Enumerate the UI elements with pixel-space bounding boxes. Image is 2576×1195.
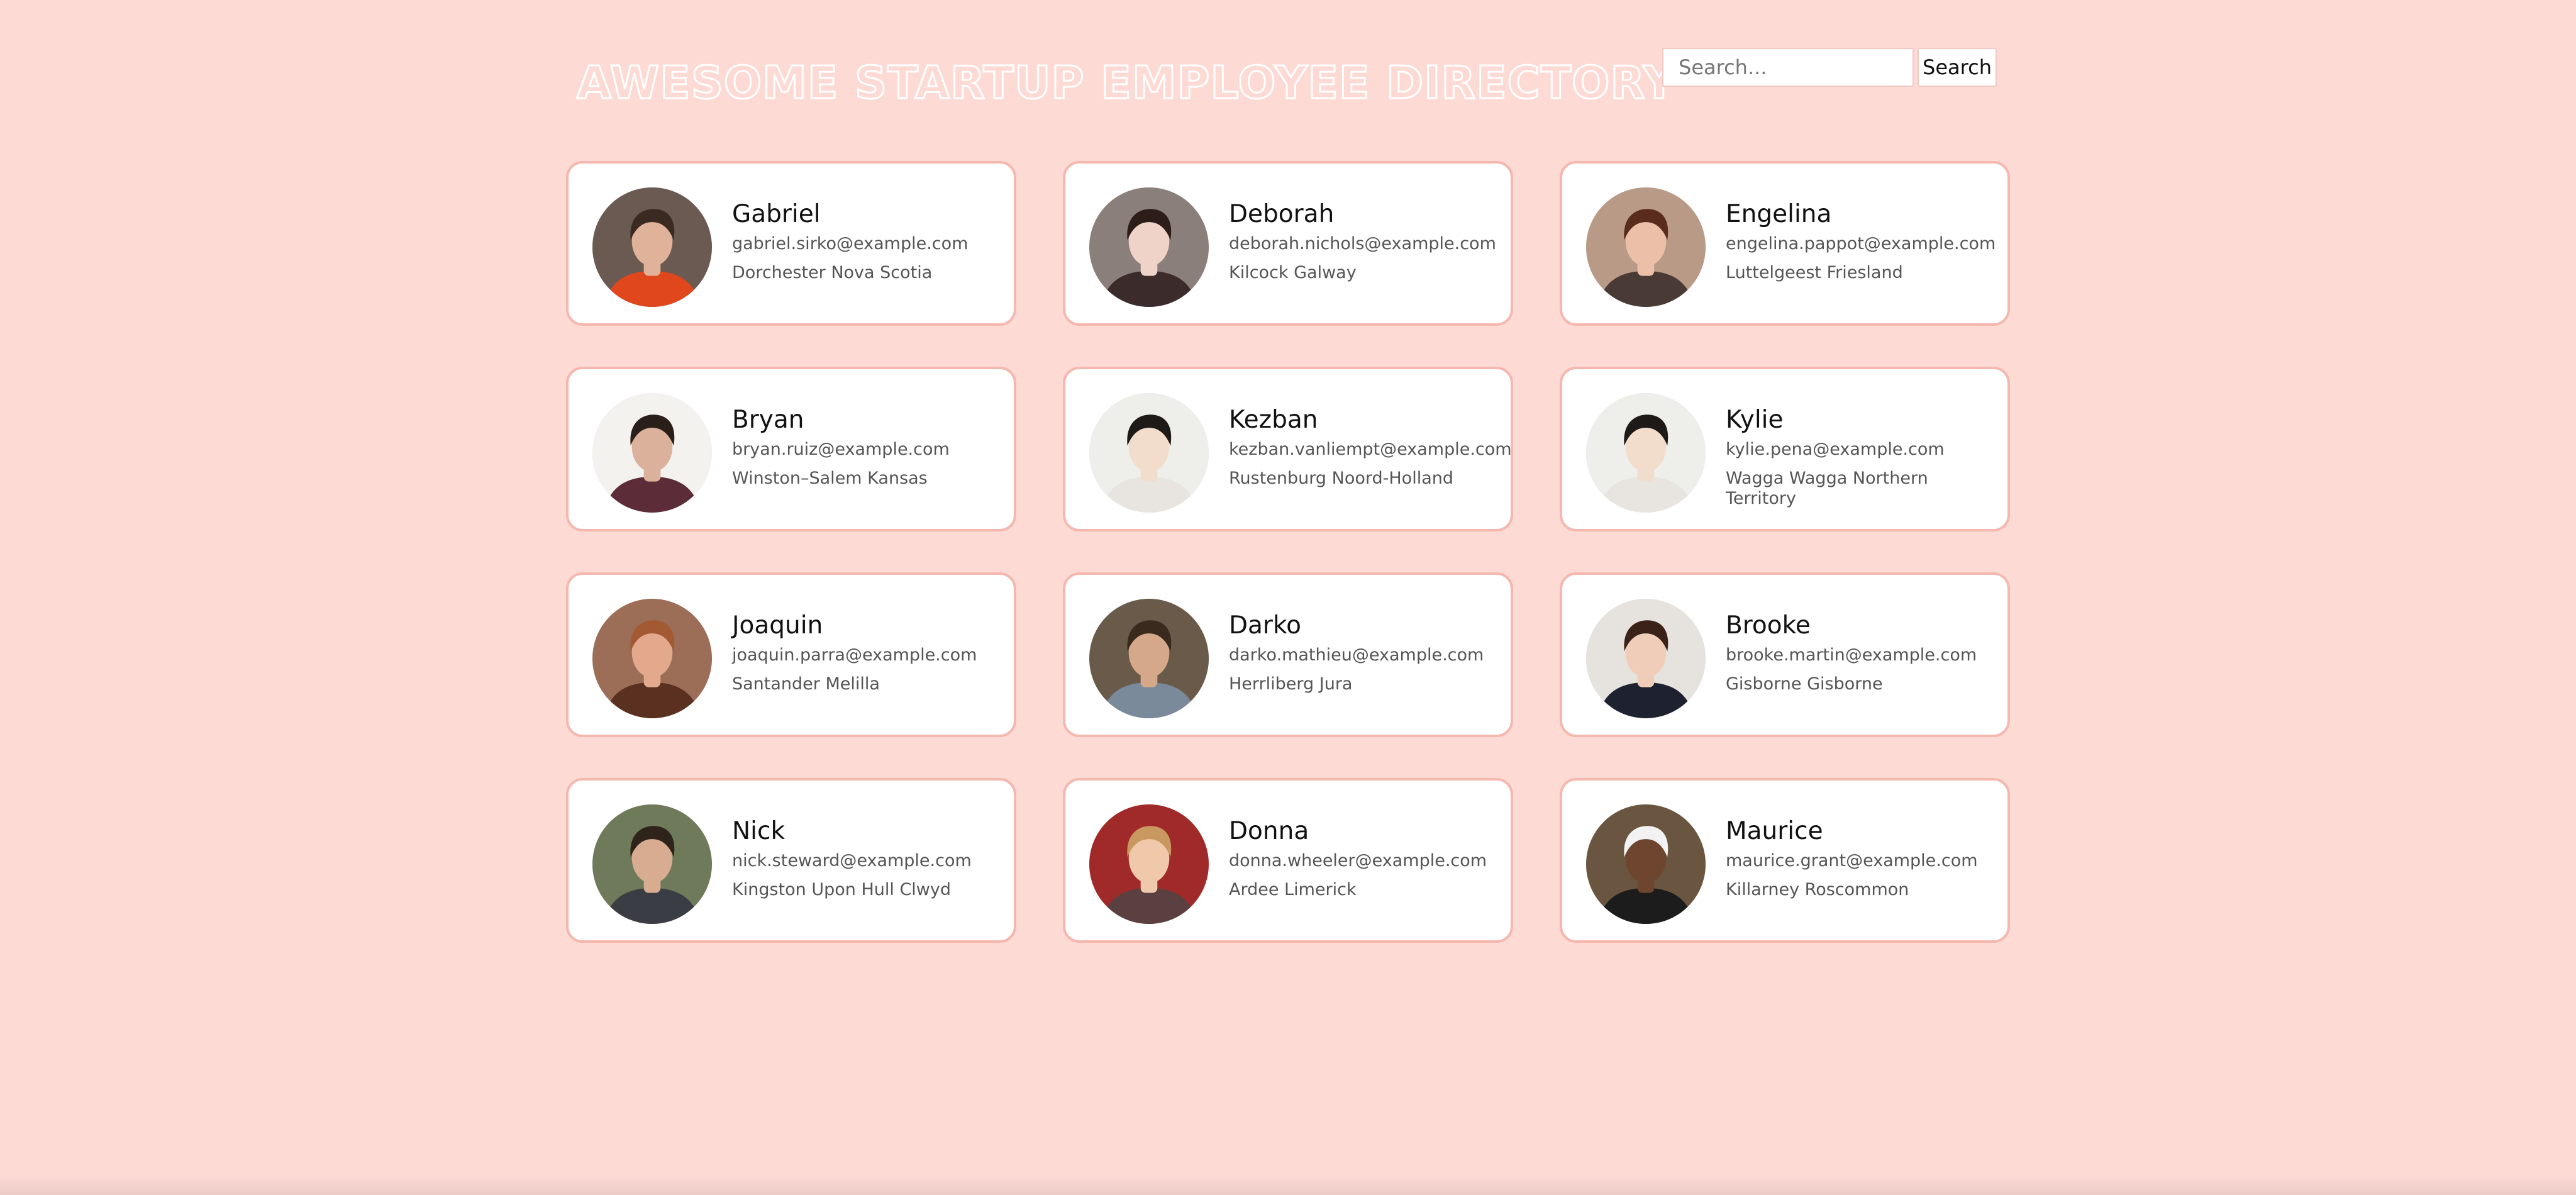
avatar [1586, 804, 1706, 924]
employee-email: darko.mathieu@example.com [1229, 645, 1484, 665]
employee-location: Rustenburg Noord-Holland [1229, 469, 1453, 488]
avatar [592, 187, 712, 307]
employee-name: Joaquin [732, 611, 823, 640]
employee-info: Gabriel gabriel.sirko@example.com Dorche… [732, 199, 1001, 283]
employee-location: Wagga Wagga Northern Territory [1726, 469, 1928, 508]
employee-location: Dorchester Nova Scotia [732, 263, 933, 282]
portrait-photo-icon [1586, 393, 1706, 513]
portrait-photo-icon [1586, 187, 1706, 307]
employee-info: Brooke brooke.martin@example.com Gisborn… [1726, 610, 1995, 694]
avatar [1089, 393, 1209, 513]
employee-email: bryan.ruiz@example.com [732, 440, 950, 459]
employee-info: Deborah deborah.nichols@example.com Kilc… [1229, 199, 1498, 283]
employee-email: brooke.martin@example.com [1726, 645, 1977, 665]
employee-email: engelina.pappot@example.com [1726, 234, 1996, 253]
employee-name: Gabriel [732, 200, 821, 228]
employee-info: Kylie kylie.pena@example.com Wagga Wagga… [1726, 404, 1995, 509]
employee-info: Nick nick.steward@example.com Kingston U… [732, 816, 1001, 900]
employee-location: Kingston Upon Hull Clwyd [732, 880, 951, 899]
employee-name: Deborah [1229, 200, 1335, 228]
employee-name: Donna [1229, 817, 1309, 845]
directory-page: AWESOME STARTUP EMPLOYEE DIRECTORY Searc… [0, 0, 2576, 1195]
employee-name: Maurice [1726, 817, 1823, 845]
employee-location: Santander Melilla [732, 674, 880, 694]
portrait-photo-icon [592, 187, 712, 307]
employee-location: Luttelgeest Friesland [1726, 263, 1903, 282]
portrait-photo-icon [1089, 599, 1209, 718]
portrait-photo-icon [1586, 804, 1706, 924]
portrait-photo-icon [592, 393, 712, 513]
employee-email: donna.wheeler@example.com [1229, 851, 1487, 870]
search-input[interactable] [1662, 48, 1914, 87]
avatar [1089, 599, 1209, 718]
employee-card[interactable]: Engelina engelina.pappot@example.com Lut… [1560, 161, 2010, 326]
portrait-photo-icon [1586, 599, 1706, 718]
employee-location: Ardee Limerick [1229, 880, 1357, 899]
employee-card[interactable]: Donna donna.wheeler@example.com Ardee Li… [1063, 778, 1513, 943]
employee-card[interactable]: Brooke brooke.martin@example.com Gisborn… [1560, 572, 2010, 737]
employee-name: Nick [732, 817, 786, 845]
employee-card[interactable]: Bryan bryan.ruiz@example.com Winston–Sal… [566, 367, 1016, 531]
search-form: Search [1662, 48, 1997, 87]
avatar [1586, 187, 1706, 307]
employee-name: Kezban [1229, 406, 1318, 434]
employee-info: Bryan bryan.ruiz@example.com Winston–Sal… [732, 404, 1001, 489]
avatar [1089, 804, 1209, 924]
avatar [1586, 599, 1706, 718]
employee-info: Darko darko.mathieu@example.com Herrlibe… [1229, 610, 1498, 694]
employee-card[interactable]: Darko darko.mathieu@example.com Herrlibe… [1063, 572, 1513, 737]
employee-location: Herrliberg Jura [1229, 674, 1353, 694]
portrait-photo-icon [1089, 393, 1209, 513]
employee-email: kylie.pena@example.com [1726, 440, 1945, 459]
avatar [592, 804, 712, 924]
avatar [1586, 393, 1706, 513]
employee-info: Joaquin joaquin.parra@example.com Santan… [732, 610, 1001, 694]
employee-location: Killarney Roscommon [1726, 880, 1909, 899]
search-button[interactable]: Search [1918, 48, 1997, 87]
employee-email: joaquin.parra@example.com [732, 645, 977, 665]
portrait-photo-icon [592, 599, 712, 718]
employee-info: Kezban kezban.vanliempt@example.com Rust… [1229, 404, 1512, 489]
employee-gallery: Gabriel gabriel.sirko@example.com Dorche… [566, 161, 2010, 943]
avatar [1089, 187, 1209, 307]
page-title: AWESOME STARTUP EMPLOYEE DIRECTORY [576, 56, 1677, 110]
employee-email: gabriel.sirko@example.com [732, 234, 969, 253]
employee-card[interactable]: Deborah deborah.nichols@example.com Kilc… [1063, 161, 1513, 326]
employee-card[interactable]: Maurice maurice.grant@example.com Killar… [1560, 778, 2010, 943]
employee-card[interactable]: Kylie kylie.pena@example.com Wagga Wagga… [1560, 367, 2010, 531]
employee-card[interactable]: Nick nick.steward@example.com Kingston U… [566, 778, 1016, 943]
employee-card[interactable]: Gabriel gabriel.sirko@example.com Dorche… [566, 161, 1016, 326]
employee-name: Bryan [732, 406, 804, 434]
employee-info: Engelina engelina.pappot@example.com Lut… [1726, 199, 1996, 283]
avatar [592, 393, 712, 513]
employee-location: Kilcock Galway [1229, 263, 1357, 282]
employee-card[interactable]: Kezban kezban.vanliempt@example.com Rust… [1063, 367, 1513, 531]
employee-name: Brooke [1726, 611, 1811, 640]
portrait-photo-icon [592, 804, 712, 924]
avatar [592, 599, 712, 718]
employee-name: Engelina [1726, 200, 1832, 228]
employee-email: maurice.grant@example.com [1726, 851, 1978, 870]
employee-info: Donna donna.wheeler@example.com Ardee Li… [1229, 816, 1498, 900]
employee-info: Maurice maurice.grant@example.com Killar… [1726, 816, 1995, 900]
employee-email: nick.steward@example.com [732, 851, 972, 870]
portrait-photo-icon [1089, 187, 1209, 307]
employee-location: Winston–Salem Kansas [732, 469, 928, 488]
employee-card[interactable]: Joaquin joaquin.parra@example.com Santan… [566, 572, 1016, 737]
employee-name: Darko [1229, 611, 1302, 640]
employee-name: Kylie [1726, 406, 1784, 434]
employee-email: kezban.vanliempt@example.com [1229, 440, 1512, 459]
bottom-shadow [0, 1175, 2576, 1195]
employee-email: deborah.nichols@example.com [1229, 234, 1496, 253]
portrait-photo-icon [1089, 804, 1209, 924]
employee-location: Gisborne Gisborne [1726, 674, 1883, 694]
